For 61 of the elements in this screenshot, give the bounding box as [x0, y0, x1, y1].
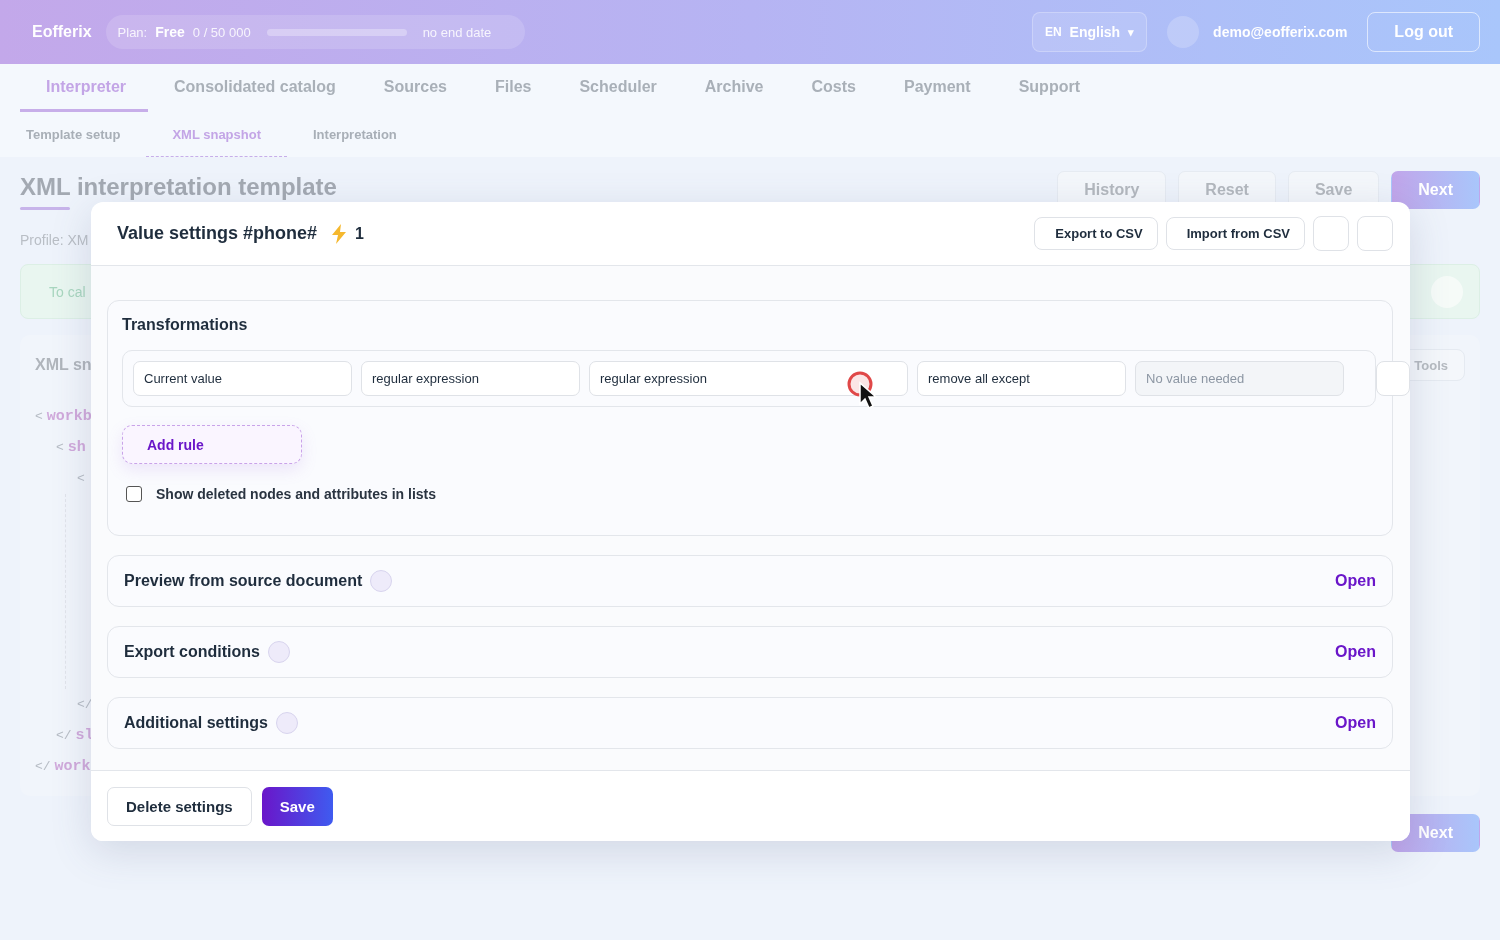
plan-name: Free [155, 24, 185, 40]
status-dot [370, 570, 393, 592]
input-field[interactable]: Current value [133, 361, 352, 396]
input-field[interactable]: remove all except [917, 361, 1126, 396]
open-link[interactable]: Open [1335, 643, 1376, 661]
section-title: Additional settings [124, 714, 268, 732]
sub-tab[interactable]: Template setup [0, 112, 147, 157]
page-title: XML interpretation template [20, 173, 337, 201]
plan-usage: 0 / 50 000 [192, 24, 251, 40]
code-tag: sh [67, 439, 86, 456]
dialog-title: Value settings #phone# [117, 223, 318, 244]
logo: Eofferix [32, 23, 92, 41]
nav-tab[interactable]: Consolidated catalog [148, 64, 358, 112]
user-email: demo@eofferix.com [1213, 24, 1348, 40]
csv-button[interactable]: Import from CSV [1165, 217, 1305, 250]
save-button[interactable]: Save [261, 786, 333, 826]
next-button[interactable]: Next [1391, 171, 1480, 209]
panel-title: XML sn [35, 356, 92, 374]
logout-button[interactable]: Log out [1367, 12, 1480, 52]
sub-tab[interactable]: XML snapshot [146, 112, 287, 157]
blank-button[interactable] [1376, 361, 1410, 396]
nav-tab[interactable]: Sources [357, 64, 469, 112]
lightning-icon [331, 223, 348, 244]
blank-button[interactable] [1313, 216, 1349, 251]
add-rule-button[interactable]: Add rule [122, 425, 302, 464]
nav-tab[interactable]: Payment [877, 64, 993, 112]
notice-text: To cal [49, 283, 86, 300]
nav-tab[interactable]: Files [468, 64, 554, 112]
nav-tab[interactable]: Archive [678, 64, 786, 112]
status-dot [268, 641, 290, 663]
code-tag: workb [46, 408, 92, 425]
plan-end: no end date [422, 24, 492, 40]
card-title: Transformations [122, 316, 249, 334]
code-bracket: </ [77, 697, 93, 712]
checkbox-label: Show deleted nodes and attributes in lists [156, 486, 437, 502]
open-link[interactable]: Open [1335, 572, 1376, 590]
delete-button[interactable]: Delete settings [107, 786, 252, 826]
section-title: Export conditions [124, 643, 260, 661]
input-field[interactable]: regular expression [589, 361, 908, 396]
open-link[interactable]: Open [1335, 714, 1376, 732]
nav-tab[interactable]: Scheduler [553, 64, 679, 112]
sub-tab[interactable]: Interpretation [287, 112, 423, 157]
blank-button[interactable] [1357, 216, 1393, 251]
checkbox[interactable] [126, 486, 142, 502]
nav-tab[interactable]: Support [992, 64, 1102, 112]
title-underline [20, 207, 70, 210]
plan-label: Plan: [117, 24, 148, 40]
code-tag: work [54, 758, 91, 775]
nav-tab[interactable]: Costs [785, 64, 878, 112]
code-bracket: </ [56, 728, 72, 743]
code-bracket: < [77, 471, 85, 486]
code-tag: sl [75, 727, 94, 744]
csv-button[interactable]: Export to CSV [1034, 217, 1158, 250]
code-bracket: < [35, 409, 43, 424]
rule-count: 1 [355, 224, 364, 243]
language-selector[interactable]: EN English ▾ [1031, 12, 1148, 52]
code-bracket: </ [35, 759, 51, 774]
input-field[interactable]: regular expression [361, 361, 580, 396]
section-title: Preview from source document [124, 572, 363, 590]
code-bracket: < [56, 440, 64, 455]
status-dot [276, 712, 298, 734]
